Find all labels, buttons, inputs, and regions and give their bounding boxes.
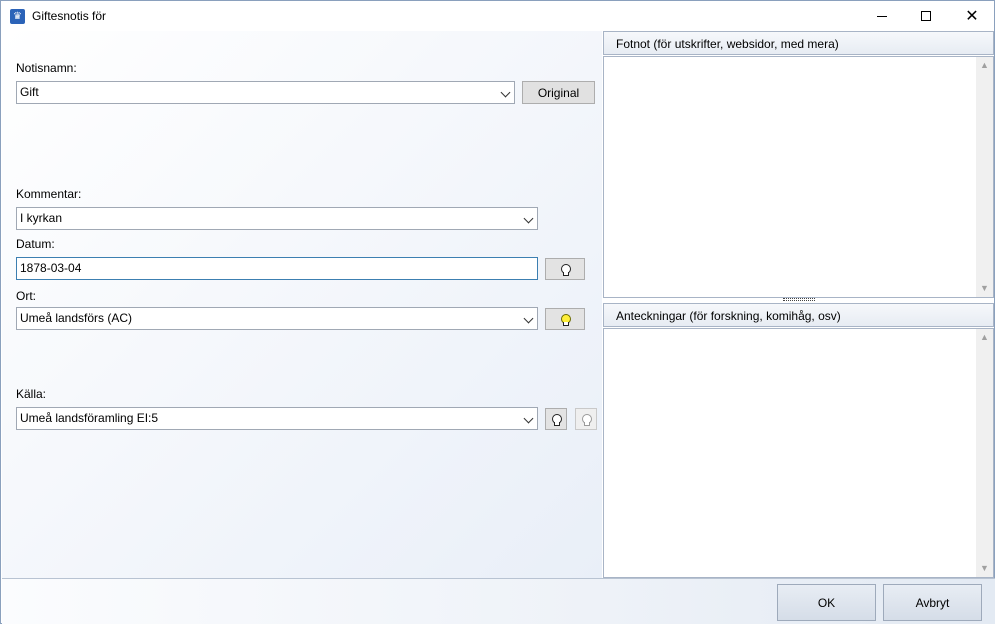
minimize-button[interactable] [859,1,905,31]
chevron-down-icon [523,313,534,324]
title-bar: ♛ Giftesnotis för ✕ [1,1,994,31]
notisnamn-value: Gift [20,85,39,99]
notes-panel: Fotnot (för utskrifter, websidor, med me… [603,31,994,578]
scroll-down-icon[interactable]: ▼ [976,560,993,577]
maximize-button[interactable] [903,1,949,31]
dialog-window: ♛ Giftesnotis för ✕ Notisnamn: Gift Orig… [0,0,995,624]
close-button[interactable]: ✕ [949,1,995,31]
kalla-value: Umeå landsföramling EI:5 [20,411,159,425]
anteckningar-textarea[interactable]: ▲ ▼ [603,328,994,578]
kommentar-label: Kommentar: [16,187,82,201]
datum-input[interactable]: 1878-03-04 [16,257,538,280]
datum-value: 1878-03-04 [20,261,82,275]
chevron-down-icon [523,413,534,424]
ok-button[interactable]: OK [777,584,876,621]
window-title: Giftesnotis för [32,9,107,23]
ort-value: Umeå landsförs (AC) [20,311,133,325]
original-button[interactable]: Original [522,81,595,104]
ort-label: Ort: [16,289,36,303]
fotnot-header: Fotnot (för utskrifter, websidor, med me… [603,31,994,55]
app-icon: ♛ [10,9,25,24]
chevron-down-icon [500,87,511,98]
kalla-label: Källa: [16,387,47,401]
fotnot-textarea[interactable]: ▲ ▼ [603,56,994,298]
anteckningar-header: Anteckningar (för forskning, komihåg, os… [603,303,994,327]
kommentar-combo[interactable]: I kyrkan [16,207,538,230]
kalla-secondary-button[interactable] [575,408,597,430]
kommentar-value: I kyrkan [20,211,63,225]
scroll-up-icon[interactable]: ▲ [976,329,993,346]
fotnot-scrollbar[interactable]: ▲ ▼ [976,57,993,297]
form-panel: Notisnamn: Gift Original Kommentar: I ky… [2,31,602,578]
ort-hint-button[interactable] [545,308,585,330]
datum-hint-button[interactable] [545,258,585,280]
kalla-combo[interactable]: Umeå landsföramling EI:5 [16,407,538,430]
datum-label: Datum: [16,237,55,251]
close-icon: ✕ [965,6,979,25]
button-bar: OK Avbryt [2,578,995,624]
kalla-hint-button[interactable] [545,408,567,430]
lightbulb-icon [561,263,571,276]
cancel-button[interactable]: Avbryt [883,584,982,621]
notisnamn-combo[interactable]: Gift [16,81,515,104]
scroll-up-icon[interactable]: ▲ [976,57,993,74]
splitter-handle[interactable] [783,298,815,301]
minimize-icon [877,15,887,17]
lightbulb-icon [552,413,562,426]
anteckningar-scrollbar[interactable]: ▲ ▼ [976,329,993,577]
lightbulb-lit-icon [561,313,571,326]
lightbulb-disabled-icon [582,413,592,426]
ort-combo[interactable]: Umeå landsförs (AC) [16,307,538,330]
notisnamn-label: Notisnamn: [16,61,77,75]
scroll-down-icon[interactable]: ▼ [976,280,993,297]
maximize-icon [921,11,931,21]
chevron-down-icon [523,213,534,224]
